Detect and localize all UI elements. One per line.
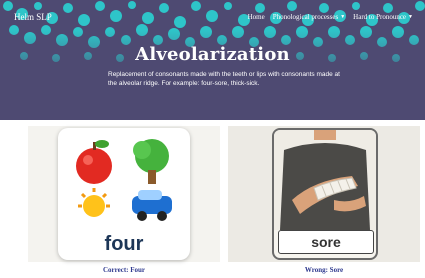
- wrong-caption: Wrong: Sore: [304, 266, 344, 274]
- flashcard-word: sore: [278, 230, 374, 254]
- page-title: Alveolarization: [135, 44, 290, 65]
- flashcard-word: four: [104, 233, 144, 255]
- nav-item-label: Hard to Pronounce: [353, 13, 407, 21]
- correct-example-card: four: [28, 126, 220, 262]
- sore-arm-illustration: [274, 130, 376, 230]
- wrong-example-card: sore: [228, 126, 420, 262]
- chevron-down-icon: ▼: [408, 14, 413, 20]
- sore-flashcard-image: sore: [272, 128, 378, 260]
- hero-banner: Helm SLP Home Phonological processes ▼ H…: [0, 0, 425, 120]
- nav-item-hard-to-pronounce[interactable]: Hard to Pronounce ▼: [353, 13, 413, 21]
- chevron-down-icon: ▼: [340, 14, 346, 20]
- page-description: Replacement of consonants made with the …: [108, 71, 340, 87]
- nav-item-phonological-processes[interactable]: Phonological processes ▼: [273, 13, 345, 21]
- four-illustration: [76, 139, 172, 221]
- site-logo[interactable]: Helm SLP: [14, 12, 52, 22]
- main-nav: Home Phonological processes ▼ Hard to Pr…: [248, 13, 413, 21]
- nav-item-label: Phonological processes: [272, 13, 339, 21]
- four-flashcard-image: four: [58, 128, 190, 260]
- correct-caption: Correct: Four: [102, 266, 146, 274]
- nav-item-home[interactable]: Home: [248, 13, 265, 21]
- top-navigation-bar: Helm SLP Home Phonological processes ▼ H…: [0, 0, 425, 34]
- nav-item-label: Home: [247, 13, 265, 21]
